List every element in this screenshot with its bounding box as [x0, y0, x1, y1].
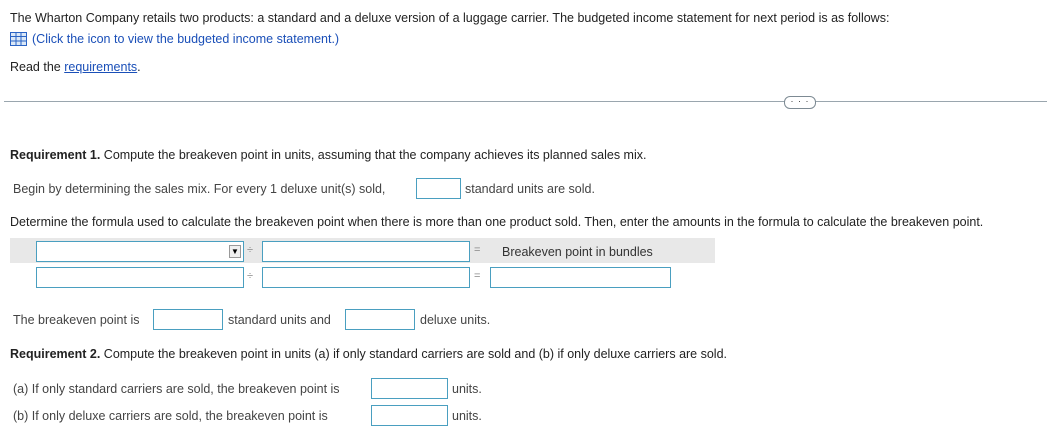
- req1-heading: Requirement 1. Compute the breakeven poi…: [10, 148, 646, 162]
- numerator-amount-input[interactable]: [36, 267, 244, 288]
- formula-denominator-input[interactable]: [262, 241, 470, 262]
- dropdown-arrow-icon: ▼: [229, 245, 241, 258]
- req1-heading-text: Compute the breakeven point in units, as…: [100, 148, 647, 162]
- view-income-statement-link[interactable]: (Click the icon to view the budgeted inc…: [32, 32, 339, 46]
- breakeven-suffix: deluxe units.: [420, 313, 491, 327]
- requirements-link[interactable]: requirements: [64, 60, 137, 74]
- expand-more-button[interactable]: · · ·: [784, 96, 816, 109]
- read-requirements-line: Read the requirements.: [10, 60, 141, 74]
- section-divider: [4, 101, 1047, 102]
- read-prefix: Read the: [10, 60, 65, 74]
- standard-units-per-deluxe-input[interactable]: [416, 178, 461, 199]
- breakeven-prefix: The breakeven point is: [13, 313, 140, 327]
- standard-only-units: units.: [452, 382, 482, 396]
- standard-only-breakeven-input[interactable]: [371, 378, 448, 399]
- formula-instruction: Determine the formula used to calculate …: [10, 215, 984, 229]
- equals-symbol-2: =: [474, 270, 481, 282]
- sales-mix-suffix: standard units are sold.: [465, 182, 595, 196]
- req2-heading-bold: Requirement 2.: [10, 347, 101, 361]
- intro-text: The Wharton Company retails two products…: [10, 11, 890, 25]
- breakeven-deluxe-units-input[interactable]: [345, 309, 415, 330]
- deluxe-only-breakeven-input[interactable]: [371, 405, 448, 426]
- table-grid-icon[interactable]: [10, 32, 27, 46]
- breakeven-middle: standard units and: [228, 313, 331, 327]
- divide-symbol-1: ÷: [247, 244, 254, 256]
- sales-mix-prefix: Begin by determining the sales mix. For …: [13, 182, 386, 196]
- req2-heading-text: Compute the breakeven point in units (a)…: [100, 347, 728, 361]
- formula-numerator-select[interactable]: ▼: [36, 241, 244, 262]
- standard-only-label: (a) If only standard carriers are sold, …: [13, 382, 340, 396]
- breakeven-bundles-label: Breakeven point in bundles: [502, 245, 653, 259]
- req2-heading: Requirement 2. Compute the breakeven poi…: [10, 347, 727, 361]
- equals-symbol-1: =: [474, 244, 481, 256]
- deluxe-only-units: units.: [452, 409, 482, 423]
- deluxe-only-label: (b) If only deluxe carriers are sold, th…: [13, 409, 328, 423]
- breakeven-standard-units-input[interactable]: [153, 309, 223, 330]
- read-suffix: .: [137, 60, 141, 74]
- req1-heading-bold: Requirement 1.: [10, 148, 101, 162]
- divide-symbol-2: ÷: [247, 270, 254, 282]
- denominator-amount-input[interactable]: [262, 267, 470, 288]
- breakeven-bundles-input[interactable]: [490, 267, 671, 288]
